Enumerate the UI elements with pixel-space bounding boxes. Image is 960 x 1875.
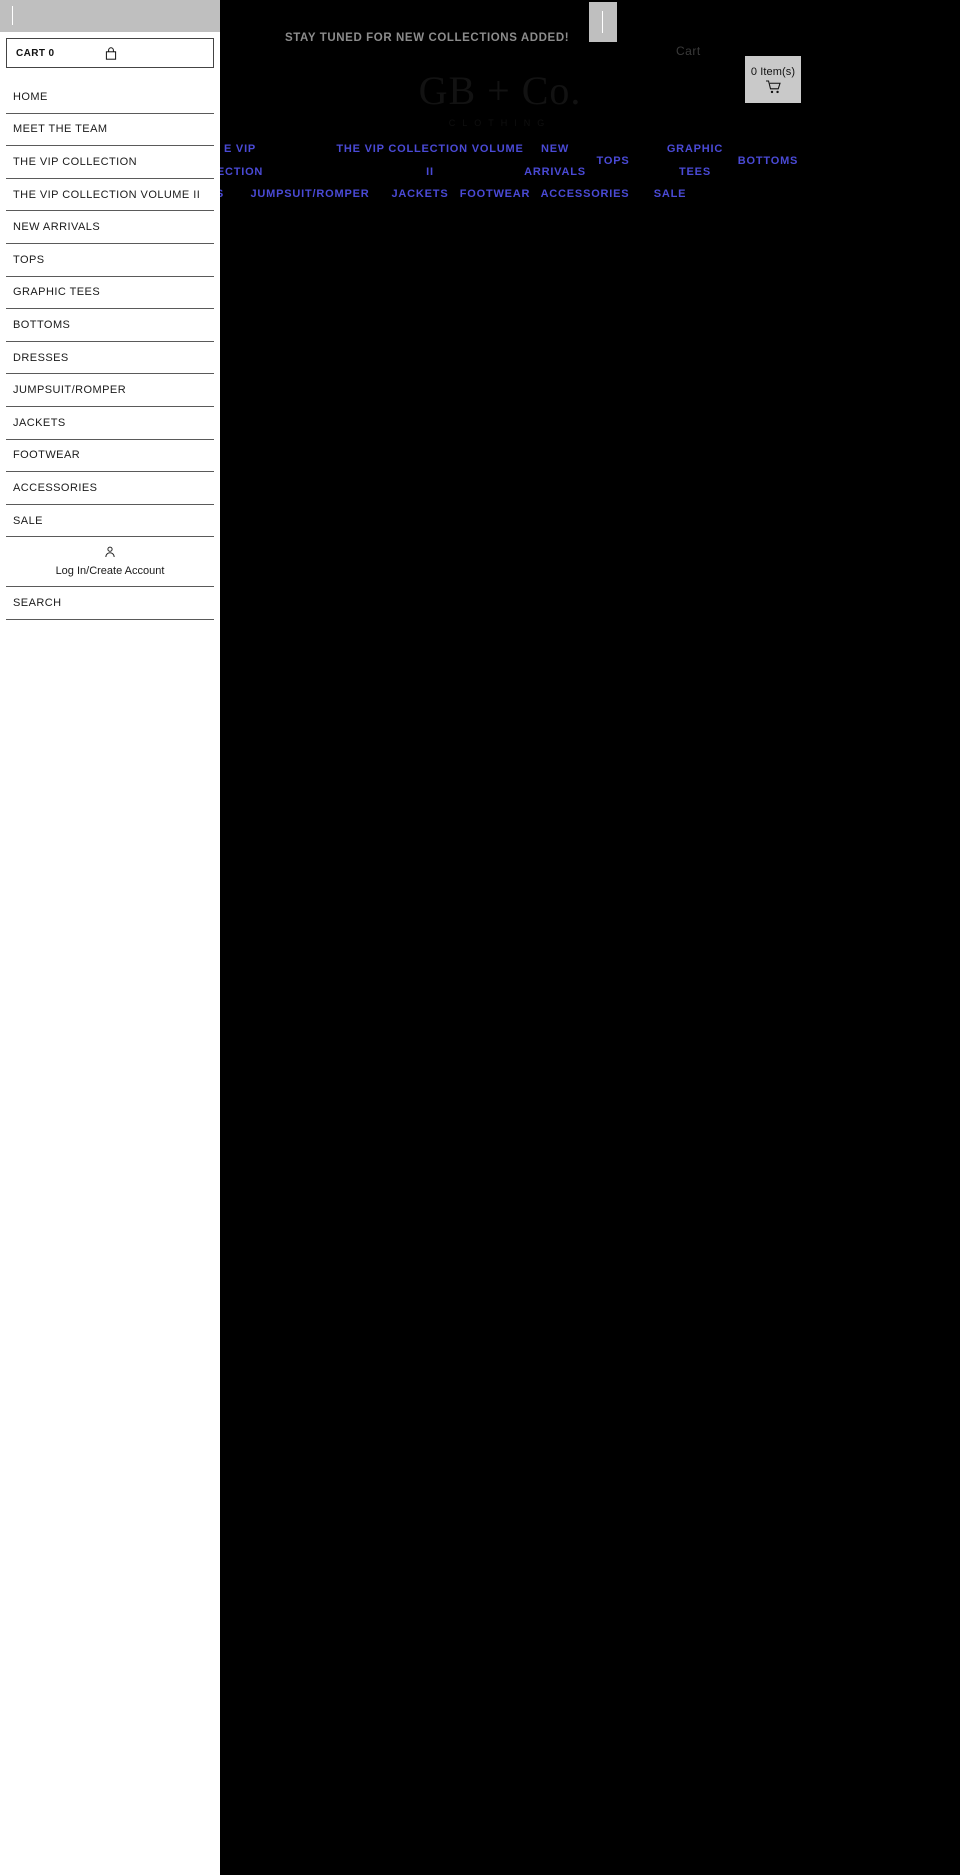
sidebar: CART 0 HOME MEET THE TEAM THE VIP COLLEC… bbox=[0, 0, 220, 1875]
nav-link-bottoms[interactable]: BOTTOMS bbox=[688, 150, 848, 173]
nav-line-1: E VIP bbox=[223, 143, 257, 155]
sidebar-item-jackets[interactable]: JACKETS bbox=[6, 407, 214, 440]
shopping-bag-icon bbox=[105, 47, 117, 60]
site-logo[interactable]: GB + Co. CLOTHING bbox=[220, 68, 780, 128]
nav-link-vip-collection[interactable]: E VIP ECTION bbox=[220, 138, 300, 184]
text-cursor-box[interactable] bbox=[589, 2, 617, 42]
sidebar-item-footwear[interactable]: FOOTWEAR bbox=[6, 440, 214, 473]
sidebar-item-tops[interactable]: TOPS bbox=[6, 244, 214, 277]
sidebar-item-meet-the-team[interactable]: MEET THE TEAM bbox=[6, 114, 214, 147]
announcement-bar: STAY TUNED FOR NEW COLLECTIONS ADDED! bbox=[285, 32, 570, 44]
text-caret bbox=[12, 6, 13, 25]
sidebar-item-dresses[interactable]: DRESSES bbox=[6, 342, 214, 375]
logo-tagline: CLOTHING bbox=[448, 118, 552, 128]
sidebar-item-sale[interactable]: SALE bbox=[6, 505, 214, 538]
nav-link-sale[interactable]: SALE bbox=[590, 183, 750, 206]
nav-line-2: ECTION bbox=[220, 166, 264, 178]
sidebar-item-home[interactable]: HOME bbox=[6, 81, 214, 114]
sidebar-nav-list: HOME MEET THE TEAM THE VIP COLLECTION TH… bbox=[6, 81, 214, 538]
sidebar-item-bottoms[interactable]: BOTTOMS bbox=[6, 309, 214, 342]
logo-title: GB + Co. bbox=[418, 68, 582, 113]
sidebar-item-search[interactable]: SEARCH bbox=[6, 587, 214, 621]
main-content: STAY TUNED FOR NEW COLLECTIONS ADDED! Ca… bbox=[220, 0, 960, 1875]
sidebar-account-button[interactable]: Log In/Create Account bbox=[6, 537, 214, 588]
sidebar-account-label: Log In/Create Account bbox=[55, 565, 165, 578]
person-icon bbox=[105, 546, 115, 558]
page-root: STAY TUNED FOR NEW COLLECTIONS ADDED! Ca… bbox=[0, 0, 960, 1875]
sidebar-top-bar[interactable] bbox=[0, 0, 220, 32]
sidebar-item-the-vip-collection-volume-ii[interactable]: THE VIP COLLECTION VOLUME II bbox=[6, 179, 214, 212]
sidebar-cart-label: CART 0 bbox=[16, 47, 55, 59]
sidebar-item-accessories[interactable]: ACCESSORIES bbox=[6, 472, 214, 505]
sidebar-item-graphic-tees[interactable]: GRAPHIC TEES bbox=[6, 277, 214, 310]
sidebar-cart-button[interactable]: CART 0 bbox=[6, 38, 214, 68]
sidebar-item-the-vip-collection[interactable]: THE VIP COLLECTION bbox=[6, 146, 214, 179]
cart-label[interactable]: Cart bbox=[676, 44, 701, 58]
sidebar-item-new-arrivals[interactable]: NEW ARRIVALS bbox=[6, 211, 214, 244]
text-caret bbox=[602, 11, 603, 33]
sidebar-item-jumpsuit-romper[interactable]: JUMPSUIT/ROMPER bbox=[6, 374, 214, 407]
nav-line-2: II bbox=[426, 166, 434, 178]
